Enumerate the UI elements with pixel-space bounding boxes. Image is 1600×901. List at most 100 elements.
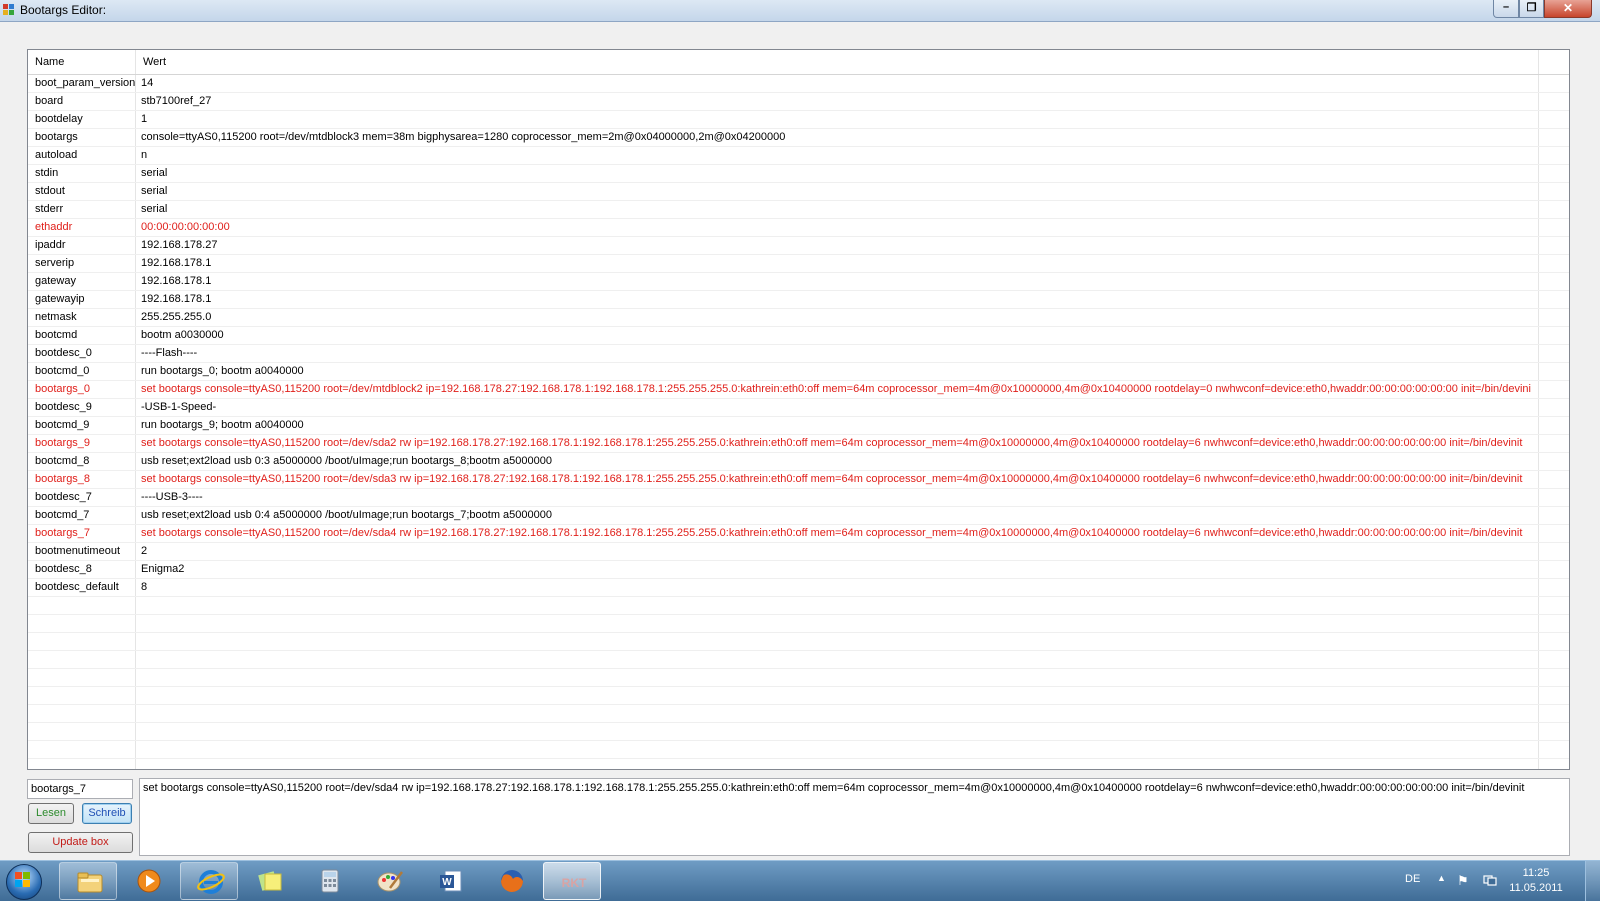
cell-name[interactable]: bootdesc_0	[28, 345, 136, 362]
table-row[interactable]: stdin serial	[28, 165, 1569, 183]
table-row[interactable]: ethaddr 00:00:00:00:00:00	[28, 219, 1569, 237]
taskbar-button-internet-explorer[interactable]	[180, 862, 238, 900]
cell-value[interactable]	[136, 669, 1539, 686]
read-button[interactable]: Lesen	[28, 803, 74, 824]
show-desktop-button[interactable]	[1585, 861, 1600, 901]
cell-name[interactable]	[28, 615, 136, 632]
empty-table-row[interactable]	[28, 741, 1569, 759]
table-row[interactable]: bootcmd_9 run bootargs_9; bootm a0040000	[28, 417, 1569, 435]
table-row[interactable]: stderr serial	[28, 201, 1569, 219]
cell-value[interactable]: 1	[136, 111, 1539, 128]
empty-table-row[interactable]	[28, 633, 1569, 651]
minimize-button[interactable]: –	[1493, 0, 1519, 18]
cell-value[interactable]: -USB-1-Speed-	[136, 399, 1539, 416]
table-row[interactable]: bootcmd_8 usb reset;ext2load usb 0:3 a500…	[28, 453, 1569, 471]
table-row[interactable]: bootmenutimeout 2	[28, 543, 1569, 561]
close-button[interactable]: ✕	[1544, 0, 1592, 18]
bootargs-grid[interactable]: Name Wert boot_param_version 14 board stb71…	[27, 49, 1570, 770]
cell-value[interactable]: 192.168.178.27	[136, 237, 1539, 254]
write-button[interactable]: Schreib	[82, 803, 132, 824]
cell-value[interactable]: 192.168.178.1	[136, 273, 1539, 290]
cell-name[interactable]	[28, 597, 136, 614]
table-row[interactable]: bootdesc_8 Enigma2	[28, 561, 1569, 579]
cell-name[interactable]: bootdesc_7	[28, 489, 136, 506]
table-row[interactable]: bootdesc_0 ----Flash----	[28, 345, 1569, 363]
cell-value[interactable]: set bootargs console=ttyAS0,115200 root=…	[136, 381, 1539, 398]
empty-table-row[interactable]	[28, 687, 1569, 705]
cell-name[interactable]: serverip	[28, 255, 136, 272]
value-textarea[interactable]: set bootargs console=ttyAS0,115200 root=…	[139, 778, 1570, 856]
cell-value[interactable]	[136, 705, 1539, 722]
empty-table-row[interactable]	[28, 651, 1569, 669]
clock[interactable]: 11:25 11.05.2011	[1500, 866, 1572, 896]
network-icon[interactable]	[1483, 873, 1497, 887]
action-center-icon[interactable]: ⚑	[1457, 873, 1469, 889]
language-indicator[interactable]: DE	[1405, 873, 1420, 885]
cell-value[interactable]: run bootargs_0; bootm a0040000	[136, 363, 1539, 380]
table-row[interactable]: bootdesc_default 8	[28, 579, 1569, 597]
cell-value[interactable]	[136, 651, 1539, 668]
cell-value[interactable]: 8	[136, 579, 1539, 596]
cell-name[interactable]: bootdesc_default	[28, 579, 136, 596]
table-row[interactable]: bootcmd bootm a0030000	[28, 327, 1569, 345]
cell-value[interactable]	[136, 615, 1539, 632]
cell-name[interactable]	[28, 651, 136, 668]
cell-value[interactable]: ----Flash----	[136, 345, 1539, 362]
taskbar-button-calculator[interactable]	[300, 862, 358, 900]
cell-value[interactable]: serial	[136, 201, 1539, 218]
cell-name[interactable]: bootcmd_0	[28, 363, 136, 380]
table-row[interactable]: serverip 192.168.178.1	[28, 255, 1569, 273]
table-row[interactable]: gatewayip 192.168.178.1	[28, 291, 1569, 309]
cell-name[interactable]: netmask	[28, 309, 136, 326]
cell-name[interactable]	[28, 669, 136, 686]
cell-value[interactable]: ----USB-3----	[136, 489, 1539, 506]
cell-name[interactable]: bootcmd	[28, 327, 136, 344]
empty-table-row[interactable]	[28, 705, 1569, 723]
table-row[interactable]: boot_param_version 14	[28, 75, 1569, 93]
cell-value[interactable]: bootm a0030000	[136, 327, 1539, 344]
cell-value[interactable]: 192.168.178.1	[136, 291, 1539, 308]
cell-value[interactable]: usb reset;ext2load usb 0:3 a5000000 /boo…	[136, 453, 1539, 470]
cell-name[interactable]: stdin	[28, 165, 136, 182]
cell-value[interactable]	[136, 759, 1539, 769]
taskbar-button-firefox[interactable]	[482, 862, 540, 900]
table-row[interactable]: bootargs_7 set bootargs console=ttyAS0,11…	[28, 525, 1569, 543]
cell-name[interactable]: bootcmd_9	[28, 417, 136, 434]
table-row[interactable]: stdout serial	[28, 183, 1569, 201]
cell-name[interactable]: bootargs_0	[28, 381, 136, 398]
table-row[interactable]: bootargs console=ttyAS0,115200 root=/dev/…	[28, 129, 1569, 147]
table-row[interactable]: bootdelay 1	[28, 111, 1569, 129]
cell-value[interactable]: set bootargs console=ttyAS0,115200 root=…	[136, 435, 1539, 452]
cell-name[interactable]: bootargs_8	[28, 471, 136, 488]
cell-value[interactable]: stb7100ref_27	[136, 93, 1539, 110]
cell-name[interactable]	[28, 633, 136, 650]
cell-name[interactable]	[28, 705, 136, 722]
empty-table-row[interactable]	[28, 669, 1569, 687]
table-row[interactable]: bootdesc_9 -USB-1-Speed-	[28, 399, 1569, 417]
cell-name[interactable]	[28, 759, 136, 769]
table-row[interactable]: netmask 255.255.255.0	[28, 309, 1569, 327]
cell-name[interactable]: bootdesc_8	[28, 561, 136, 578]
table-row[interactable]: bootargs_9 set bootargs console=ttyAS0,11…	[28, 435, 1569, 453]
cell-value[interactable]	[136, 741, 1539, 758]
cell-name[interactable]: bootdelay	[28, 111, 136, 128]
table-row[interactable]: bootcmd_0 run bootargs_0; bootm a0040000	[28, 363, 1569, 381]
table-row[interactable]: bootargs_8 set bootargs console=ttyAS0,11…	[28, 471, 1569, 489]
cell-value[interactable]	[136, 723, 1539, 740]
table-row[interactable]: gateway 192.168.178.1	[28, 273, 1569, 291]
cell-value[interactable]: run bootargs_9; bootm a0040000	[136, 417, 1539, 434]
taskbar-button-sticky-notes[interactable]	[240, 862, 298, 900]
table-row[interactable]: bootargs_0 set bootargs console=ttyAS0,11…	[28, 381, 1569, 399]
cell-value[interactable]: serial	[136, 183, 1539, 200]
cell-value[interactable]: 2	[136, 543, 1539, 560]
table-row[interactable]: board stb7100ref_27	[28, 93, 1569, 111]
cell-name[interactable]: gatewayip	[28, 291, 136, 308]
cell-value[interactable]: 255.255.255.0	[136, 309, 1539, 326]
cell-name[interactable]	[28, 741, 136, 758]
table-row[interactable]: bootcmd_7 usb reset;ext2load usb 0:4 a500…	[28, 507, 1569, 525]
cell-value[interactable]: 00:00:00:00:00:00	[136, 219, 1539, 236]
cell-value[interactable]: 192.168.178.1	[136, 255, 1539, 272]
cell-name[interactable]	[28, 723, 136, 740]
cell-value[interactable]	[136, 633, 1539, 650]
cell-name[interactable]	[28, 687, 136, 704]
